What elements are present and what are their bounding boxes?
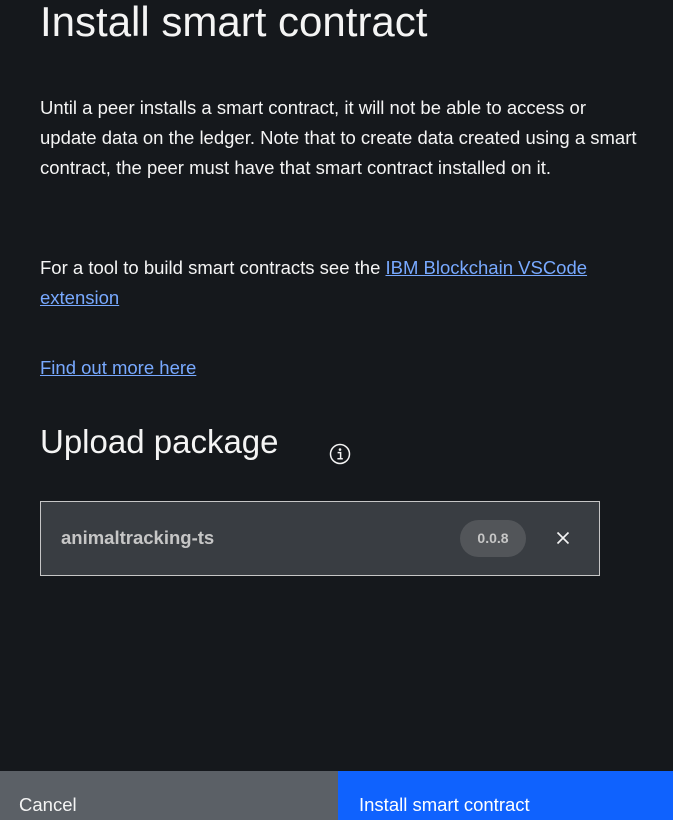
cancel-button[interactable]: Cancel: [0, 771, 338, 820]
package-name: animaltracking-ts: [61, 527, 215, 548]
remove-package-button[interactable]: [551, 526, 575, 550]
upload-package-title: Upload package: [40, 423, 279, 460]
tool-paragraph: For a tool to build smart contracts see …: [40, 253, 650, 313]
uploaded-package-tile: animaltracking-ts 0.0.8: [40, 501, 600, 576]
close-icon: [551, 531, 575, 554]
information-icon[interactable]: [329, 443, 351, 465]
find-out-more-link[interactable]: Find out more here: [40, 353, 196, 383]
modal-footer: Cancel Install smart contract: [0, 771, 673, 820]
install-smart-contract-panel: Install smart contract Until a peer inst…: [0, 0, 673, 820]
intro-description: Until a peer installs a smart contract, …: [40, 97, 637, 178]
tool-text-prefix: For a tool to build smart contracts see …: [40, 257, 386, 278]
install-smart-contract-button[interactable]: Install smart contract: [338, 771, 673, 820]
package-version-tag: 0.0.8: [460, 520, 526, 557]
panel-title: Install smart contract: [40, 0, 428, 45]
